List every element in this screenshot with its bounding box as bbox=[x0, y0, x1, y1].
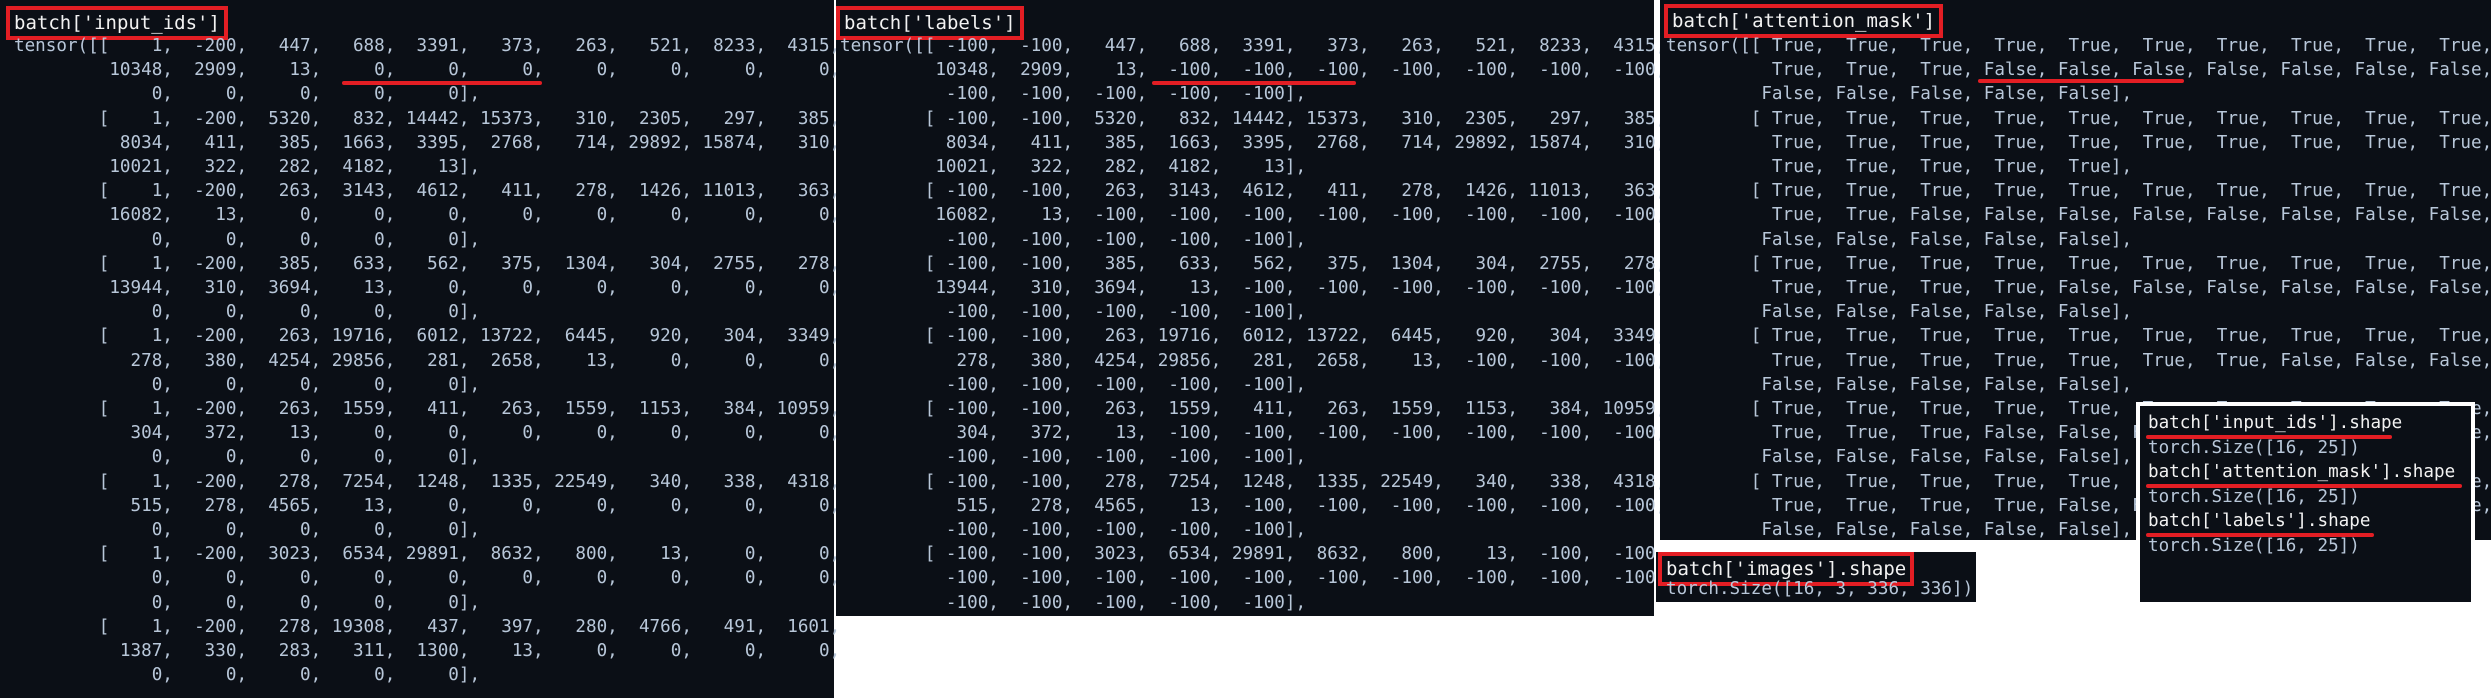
attention-mask-false-underline bbox=[1978, 79, 2184, 83]
input-ids-tensor-output: tensor([[ 1, -200, 447, 688, 3391, 373, … bbox=[14, 36, 841, 686]
labels-masked-underline bbox=[1152, 81, 1356, 85]
images-shape-output: torch.Size([16, 3, 336, 336]) bbox=[1666, 579, 1974, 599]
labels-shape-cmd: batch['labels'].shape bbox=[2148, 511, 2371, 531]
input-ids-shape-cmd: batch['input_ids'].shape bbox=[2148, 413, 2403, 433]
attention-mask-shape-cmd: batch['attention_mask'].shape bbox=[2148, 462, 2456, 482]
attention-mask-label: batch['attention_mask'] bbox=[1664, 4, 1944, 38]
input-ids-padding-underline bbox=[342, 81, 542, 85]
images-shape-panel: batch['images'].shape torch.Size([16, 3,… bbox=[1656, 552, 1976, 602]
input-ids-shape-result: torch.Size([16, 25]) bbox=[2148, 438, 2360, 458]
attention-mask-shape-result: torch.Size([16, 25]) bbox=[2148, 487, 2360, 507]
shapes-summary-box: batch['input_ids'].shape torch.Size([16,… bbox=[2136, 402, 2475, 606]
labels-tensor-output: tensor([[ -100, -100, 447, 688, 3391, 37… bbox=[840, 36, 1667, 613]
input-ids-panel: batch['input_ids'] tensor([[ 1, -200, 44… bbox=[0, 0, 840, 698]
labels-panel: batch['labels'] tensor([[ -100, -100, 44… bbox=[836, 0, 1666, 616]
labels-shape-result: torch.Size([16, 25]) bbox=[2148, 536, 2360, 556]
